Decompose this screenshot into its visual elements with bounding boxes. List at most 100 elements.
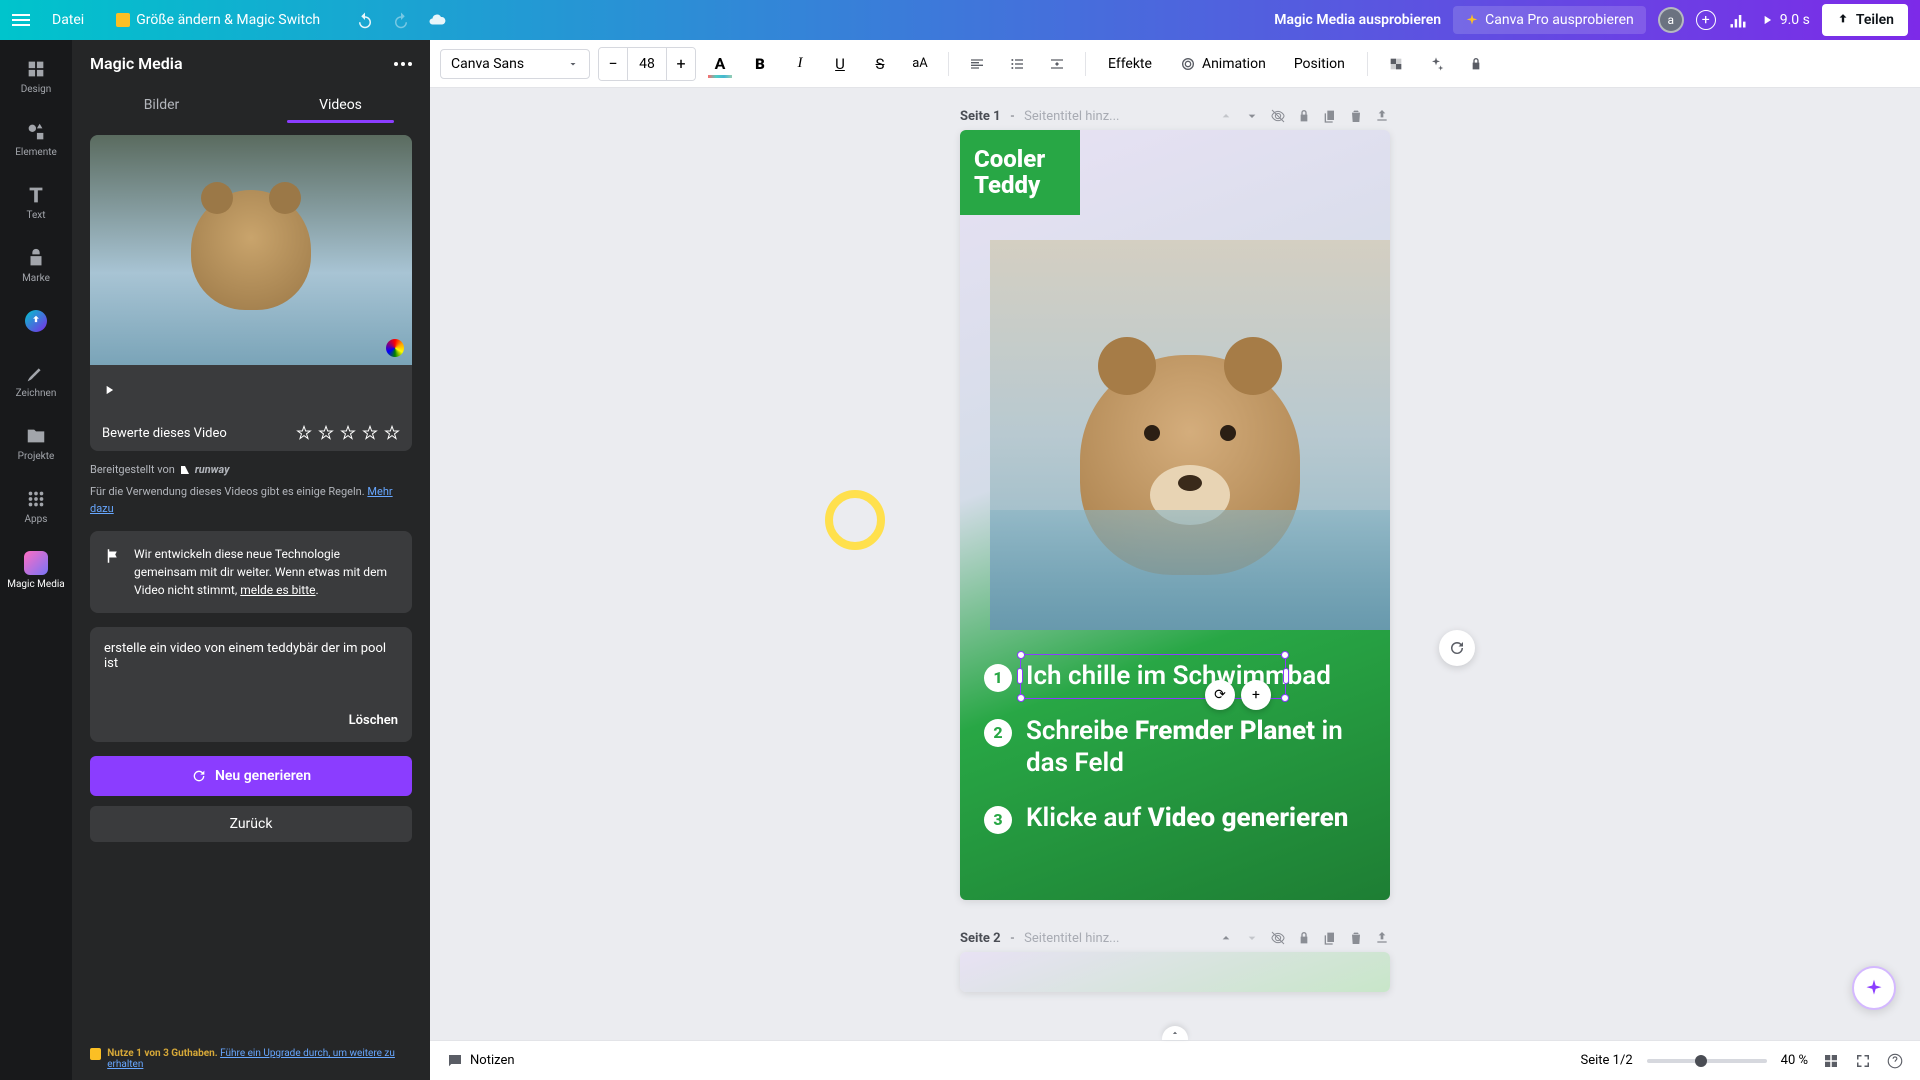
underline-button[interactable]: U: [824, 48, 856, 80]
hide-page-icon[interactable]: [1270, 930, 1286, 946]
delete-page-icon[interactable]: [1348, 930, 1364, 946]
panel-more-menu[interactable]: [394, 62, 412, 66]
delete-page-icon[interactable]: [1348, 108, 1364, 124]
cloud-sync-icon[interactable]: [428, 11, 446, 29]
fullscreen-icon[interactable]: [1854, 1052, 1872, 1070]
text-align-button[interactable]: [961, 48, 993, 80]
star-icon[interactable]: [384, 425, 400, 441]
nav-magic-media[interactable]: Magic Media: [0, 547, 72, 594]
duplicate-page-icon[interactable]: [1322, 108, 1338, 124]
tab-videos[interactable]: Videos: [251, 87, 430, 123]
report-link[interactable]: melde es bitte: [240, 583, 315, 597]
assistant-fab[interactable]: [1852, 966, 1896, 1010]
prompt-textarea[interactable]: [104, 641, 398, 697]
resize-handle[interactable]: [1017, 668, 1023, 684]
nav-design[interactable]: Design: [0, 54, 72, 99]
hide-page-icon[interactable]: [1270, 108, 1286, 124]
position-button[interactable]: Position: [1284, 56, 1355, 72]
zoom-value[interactable]: 40 %: [1781, 1053, 1808, 1068]
undo-icon[interactable]: [356, 11, 374, 29]
page-indicator[interactable]: Seite 1/2: [1581, 1053, 1633, 1068]
nav-elements[interactable]: Elemente: [0, 117, 72, 162]
user-avatar[interactable]: a: [1658, 7, 1684, 33]
export-page-icon[interactable]: [1374, 930, 1390, 946]
nav-apps[interactable]: Apps: [0, 484, 72, 529]
back-button[interactable]: Zurück: [90, 806, 412, 842]
nav-uploads[interactable]: [0, 306, 72, 340]
resize-handle[interactable]: [1017, 651, 1025, 659]
title-line-2: Teddy: [974, 171, 1040, 199]
strikethrough-button[interactable]: S: [864, 48, 896, 80]
regenerate-element-button[interactable]: [1439, 630, 1475, 666]
page-down-icon[interactable]: [1244, 108, 1260, 124]
spacing-button[interactable]: [1041, 48, 1073, 80]
zoom-slider[interactable]: [1647, 1059, 1767, 1063]
effects-button[interactable]: Effekte: [1098, 56, 1162, 72]
step-1[interactable]: 1 Ich chille im Schwimmbad: [984, 660, 1366, 693]
transparency-button[interactable]: [1380, 48, 1412, 80]
page-1-title-input[interactable]: Seitentitel hinz...: [1024, 109, 1119, 124]
play-video-icon[interactable]: [102, 383, 116, 397]
page-1-canvas[interactable]: Cooler Teddy 1 Ich chille im Schwimmbad: [960, 130, 1390, 900]
generate-button[interactable]: Neu generieren: [90, 756, 412, 796]
canvas-title-block[interactable]: Cooler Teddy: [960, 130, 1080, 215]
color-palette-icon[interactable]: [386, 339, 404, 357]
zoom-thumb[interactable]: [1695, 1055, 1707, 1067]
page-down-icon[interactable]: [1244, 930, 1260, 946]
star-icon[interactable]: [296, 425, 312, 441]
step-2[interactable]: 2 Schreibe Fremder Planet in das Feld: [984, 715, 1366, 780]
page-2-title-input[interactable]: Seitentitel hinz...: [1024, 931, 1119, 946]
animation-button[interactable]: Animation: [1170, 56, 1276, 72]
text-color-button[interactable]: A: [704, 48, 736, 80]
list-button[interactable]: [1001, 48, 1033, 80]
font-size-input[interactable]: [627, 48, 667, 80]
bold-button[interactable]: B: [744, 48, 776, 80]
star-icon[interactable]: [362, 425, 378, 441]
font-family-select[interactable]: Canva Sans: [440, 49, 590, 79]
rotate-tool[interactable]: ⟳: [1205, 680, 1235, 710]
step-3[interactable]: 3 Klicke auf Video generieren: [984, 802, 1366, 835]
star-icon[interactable]: [318, 425, 334, 441]
duplicate-page-icon[interactable]: [1322, 930, 1338, 946]
rating-stars[interactable]: [296, 425, 400, 441]
clear-prompt-button[interactable]: Löschen: [104, 713, 398, 728]
share-button[interactable]: Teilen: [1822, 4, 1908, 36]
tab-images[interactable]: Bilder: [72, 87, 251, 123]
export-page-icon[interactable]: [1374, 108, 1390, 124]
help-icon[interactable]: [1886, 1052, 1904, 1070]
page-up-icon[interactable]: [1218, 108, 1234, 124]
try-magic-media[interactable]: Magic Media ausprobieren: [1274, 12, 1441, 28]
star-icon[interactable]: [340, 425, 356, 441]
italic-button[interactable]: I: [784, 48, 816, 80]
magic-wand-button[interactable]: [1420, 48, 1452, 80]
lock-button[interactable]: [1460, 48, 1492, 80]
hero-image[interactable]: [990, 240, 1390, 630]
resize-handle[interactable]: [1281, 694, 1289, 702]
font-size-increase[interactable]: +: [667, 48, 695, 80]
resize-handle[interactable]: [1017, 694, 1025, 702]
nav-draw[interactable]: Zeichnen: [0, 358, 72, 403]
nav-text[interactable]: Text: [0, 180, 72, 225]
menu-burger[interactable]: [12, 14, 30, 26]
grid-view-icon[interactable]: [1822, 1052, 1840, 1070]
page-up-icon[interactable]: [1218, 930, 1234, 946]
lock-page-icon[interactable]: [1296, 930, 1312, 946]
play-icon: [1760, 13, 1774, 27]
present-duration[interactable]: 9.0 s: [1760, 12, 1810, 28]
add-tool[interactable]: +: [1241, 680, 1271, 710]
try-pro-button[interactable]: Canva Pro ausprobieren: [1453, 6, 1646, 34]
text-case-button[interactable]: aA: [904, 48, 936, 80]
file-menu[interactable]: Datei: [44, 8, 92, 32]
redo-icon[interactable]: [392, 11, 410, 29]
page-2-canvas[interactable]: [960, 952, 1390, 992]
nav-projects[interactable]: Projekte: [0, 421, 72, 466]
font-size-decrease[interactable]: −: [599, 48, 627, 80]
lock-page-icon[interactable]: [1296, 108, 1312, 124]
resize-magic-switch[interactable]: Größe ändern & Magic Switch: [106, 8, 330, 32]
add-collaborator[interactable]: +: [1696, 10, 1716, 30]
notes-button[interactable]: Notizen: [446, 1052, 515, 1070]
nav-brand[interactable]: Marke: [0, 243, 72, 288]
analytics-icon[interactable]: [1728, 10, 1748, 30]
resize-handle[interactable]: [1281, 651, 1289, 659]
generated-video-card[interactable]: Bewerte dieses Video: [90, 135, 412, 451]
